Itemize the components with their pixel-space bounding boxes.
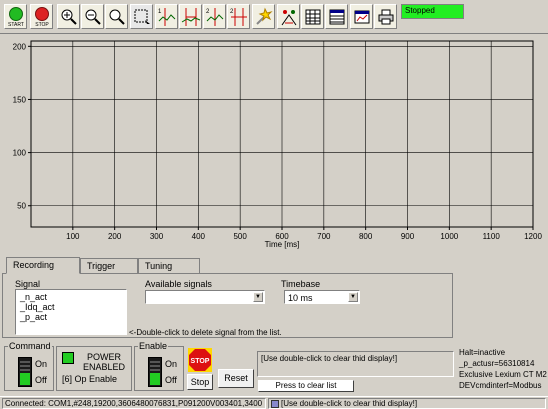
status-bar: Connected: COM1,#248,19200,3606480076831… [0,396,548,409]
command-toggle[interactable] [18,357,32,387]
status-message: [Use double-click to clear thid display!… [268,398,546,409]
cursor-distance-icon[interactable] [179,4,202,29]
position-readout: _p_actusr=56310814 [459,359,535,368]
stop-button[interactable]: STOP [30,4,53,29]
start-button[interactable]: START [4,4,27,29]
enable-on-label: On [165,359,178,369]
tab-recording[interactable]: Recording [6,257,80,274]
zoom-out-icon[interactable] [81,4,104,29]
y-tick-label: 200 [13,42,27,51]
start-label: START [8,22,24,28]
signal-list[interactable]: _n_act _Idq_act _p_act [15,289,127,335]
command-title: Command [8,341,52,351]
scope-chart[interactable]: 100 200 300 400 500 600 700 800 900 1000 1100 12005… [0,34,548,256]
grid-icon[interactable] [301,4,324,29]
signal-config-icon[interactable] [277,4,300,29]
chart-area: 100 200 300 400 500 600 700 800 900 1000 1100 1200 5… [0,33,548,255]
clear-list-button[interactable]: Press to clear list [258,380,354,392]
timebase-value: 10 ms [288,293,313,303]
tab-trigger[interactable]: Trigger [80,258,138,274]
halt-status: Halt=inactive [459,348,506,357]
connection-status: Connected: COM1,#248,19200,3606480076831… [2,398,266,409]
command-on-label: On [35,359,48,369]
message-display[interactable]: [Use double-click to clear thid display!… [257,351,454,377]
enable-group: Enable On Off [134,341,184,391]
command-group: Command On Off [4,341,54,391]
zoom-in-icon[interactable] [57,4,80,29]
available-signals-label: Available signals [145,279,212,289]
stop-sign-text: STOP [191,358,210,365]
x-tick-label: 900 [401,232,415,241]
enable-off-label: Off [165,375,177,385]
tab-tuning[interactable]: Tuning [138,258,200,274]
device-name: Exclusive Lexium CT M2 [459,370,547,379]
x-tick-label: 1100 [483,232,501,241]
print-icon[interactable] [374,4,397,29]
list-item[interactable]: _p_act [20,312,122,322]
svg-text:2: 2 [230,9,234,15]
power-led [62,352,74,364]
svg-text:2: 2 [206,9,210,15]
x-tick-label: 500 [233,232,247,241]
x-tick-label: 1200 [524,232,542,241]
power-group: POWER ENABLED [6] Op Enable [56,346,132,391]
enable-title: Enable [138,341,169,351]
zoom-fit-icon[interactable] [105,4,128,29]
y-tick-label: 50 [17,202,26,211]
stop-button[interactable]: Stop [187,374,213,390]
cursor1-icon[interactable]: 1 [155,4,178,29]
x-tick-label: 100 [66,232,80,241]
chevron-down-icon[interactable]: ▼ [348,292,358,302]
delete-hint: <-Double-click to delete signal from the… [129,328,282,337]
x-tick-label: 300 [150,232,164,241]
signal-label: Signal [15,279,41,289]
y-tick-label: 100 [13,149,27,158]
chevron-down-icon[interactable]: ▼ [253,292,263,302]
reset-button[interactable]: Reset [218,369,254,388]
stop-label: STOP [35,22,49,28]
x-tick-label: 800 [359,232,373,241]
cursor2-icon[interactable]: 2 [203,4,226,29]
op-state: [6] Op Enable [62,374,118,384]
status-indicator: Stopped [401,4,464,19]
table-icon[interactable] [325,4,348,29]
measure-icon[interactable]: 2 [227,4,250,29]
power-status: POWER ENABLED [82,352,126,372]
status-message-text: [Use double-click to clear thid display!… [281,399,418,408]
svg-text:1: 1 [158,9,162,15]
x-tick-label: 200 [108,232,122,241]
x-tick-label: 400 [192,232,206,241]
y-tick-label: 150 [13,95,27,104]
list-item[interactable]: _n_act [20,292,122,302]
enable-toggle[interactable] [148,357,162,387]
recording-panel: Signal _n_act _Idq_act _p_act Available … [2,273,453,338]
x-axis-label: Time [ms] [265,240,300,249]
stop-sign-icon[interactable]: STOP [188,348,212,372]
list-item[interactable]: _Idq_act [20,302,122,312]
command-off-label: Off [35,375,47,385]
available-signals-select[interactable]: ▼ [145,290,265,304]
timebase-select[interactable]: 10 ms ▼ [284,290,360,304]
interface-info: DEVcmdinterf=Modbus [459,381,542,390]
x-tick-label: 1000 [440,232,458,241]
chart-settings-icon[interactable] [350,4,373,29]
message-icon [271,399,279,408]
x-tick-label: 700 [317,232,331,241]
timebase-label: Timebase [281,279,321,289]
select-region-icon[interactable] [130,4,153,29]
reset-cursor-icon[interactable] [252,4,275,29]
